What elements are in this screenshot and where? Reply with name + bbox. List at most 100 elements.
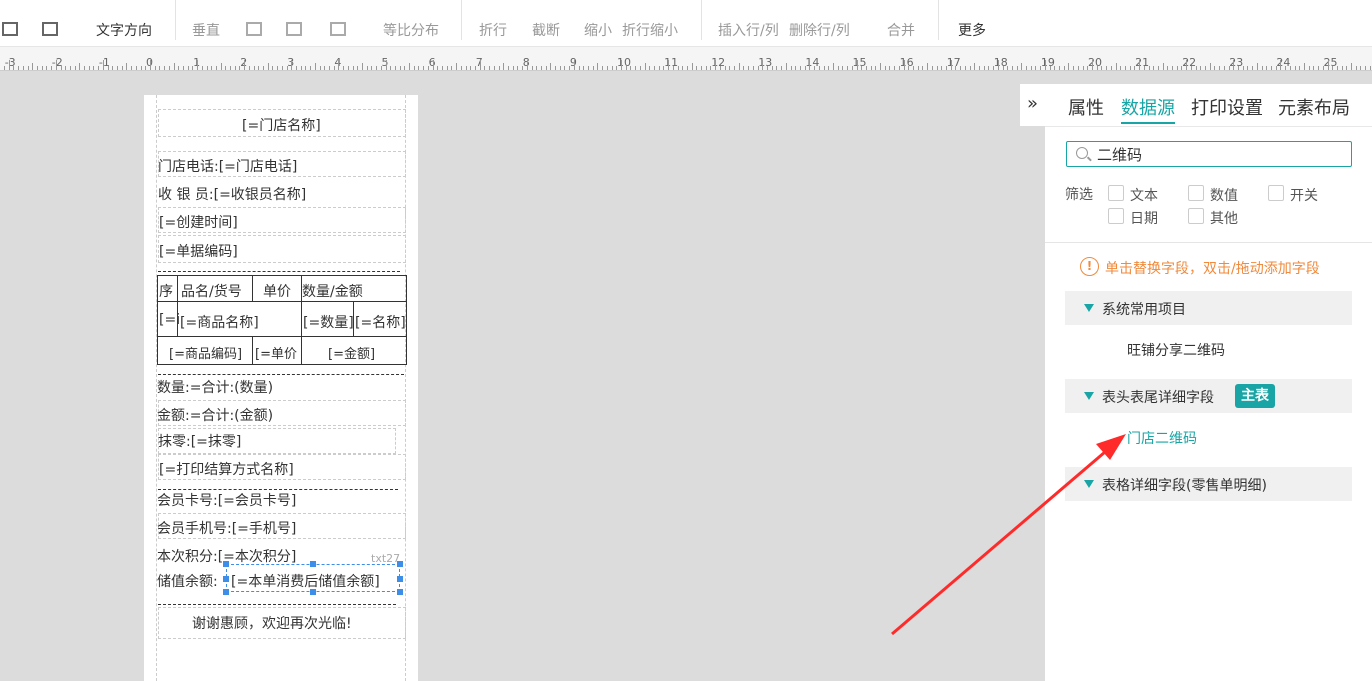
filter-date-checkbox[interactable] [1108, 208, 1124, 224]
ruler-tick [757, 66, 759, 70]
ruler-tick [281, 66, 283, 70]
ruler-tick [1162, 63, 1164, 70]
properties-panel: 属性 数据源 打印设置 元素布局 筛选 文本 数值 开关 日期 其他 ! 单击替… [1045, 84, 1372, 681]
table-cell-unit-price[interactable]: [=单价 [255, 343, 297, 362]
group-system-common[interactable]: 系统常用项目 [1065, 291, 1352, 325]
ruler-tick [677, 66, 679, 70]
ruler-tick [837, 66, 839, 70]
settle-method-field[interactable]: [=打印结算方式名称] [159, 459, 294, 479]
ruler-tick [686, 66, 688, 70]
group-table-detail-fields[interactable]: 表格详细字段(零售单明细) [1065, 467, 1352, 501]
table-cell-seq[interactable]: [=i [159, 312, 180, 328]
resize-handle[interactable] [397, 589, 403, 595]
table-cell-goods-name[interactable]: [=商品名称] [180, 312, 259, 332]
filter-text-checkbox[interactable] [1108, 185, 1124, 201]
store-phone-field[interactable]: 门店电话:[=门店电话] [158, 156, 297, 176]
separator-line[interactable] [158, 374, 404, 375]
ruler-tick [1115, 63, 1117, 70]
member-phone-field[interactable]: 会员手机号:[=手机号] [157, 518, 296, 538]
table-cell-name[interactable]: [=名称] [355, 312, 406, 332]
filter-number-label[interactable]: 数值 [1210, 185, 1238, 205]
search-input[interactable] [1097, 144, 1347, 164]
table-header-qty-amount[interactable]: 数量/金额 [302, 281, 363, 301]
tab-element-layout[interactable]: 元素布局 [1278, 94, 1350, 120]
balance-label[interactable]: 储值余额: [157, 571, 218, 591]
table-cell-qty[interactable]: [=数量] [303, 312, 354, 332]
ruler-tick [1096, 66, 1098, 70]
tab-data-source[interactable]: 数据源 [1121, 94, 1175, 120]
ruler-tick [1280, 60, 1282, 70]
ruler-tick [974, 63, 976, 70]
table-header-price[interactable]: 单价 [263, 281, 291, 301]
ruler-tick [1181, 66, 1183, 70]
filter-text-label[interactable]: 文本 [1130, 185, 1158, 205]
table-row-divider [157, 336, 407, 337]
toolbar-divider [701, 0, 702, 40]
filter-date-label[interactable]: 日期 [1130, 208, 1158, 228]
ruler-tick [1157, 66, 1159, 70]
filter-number-checkbox[interactable] [1188, 185, 1204, 201]
created-time-field[interactable]: [=创建时间] [159, 212, 238, 232]
ruler-tick [310, 66, 312, 70]
align-middle-icon[interactable] [286, 22, 302, 36]
table-cell-amount[interactable]: [=金额] [328, 343, 375, 362]
thanks-field[interactable]: 谢谢惠顾，欢迎再次光临! [192, 613, 352, 633]
ruler-label: 24 [1276, 56, 1291, 69]
ruler-tick [785, 63, 787, 70]
filter-other-checkbox[interactable] [1188, 208, 1204, 224]
ruler-tick [1214, 66, 1216, 70]
filter-switch-label[interactable]: 开关 [1290, 185, 1318, 205]
group-header-footer-fields[interactable]: 表头表尾详细字段 主表 [1065, 379, 1352, 413]
resize-handle[interactable] [397, 561, 403, 567]
align-top-icon[interactable] [246, 22, 262, 36]
qty-total-field[interactable]: 数量:=合计:(数量) [157, 377, 273, 397]
align-bottom-icon[interactable] [330, 22, 346, 36]
resize-handle[interactable] [310, 589, 316, 595]
separator-line[interactable] [158, 604, 396, 605]
ruler-tick [705, 66, 707, 70]
bill-code-field[interactable]: [=单据编码] [159, 241, 238, 261]
table-header-name[interactable]: 品名/货号 [181, 281, 242, 301]
field-item-store-qrcode[interactable]: 门店二维码 [1127, 428, 1197, 448]
collapse-panel-button[interactable]: » [1020, 84, 1045, 126]
resize-handle[interactable] [223, 589, 229, 595]
amount-total-field[interactable]: 金额:=合计:(金额) [157, 405, 273, 425]
ruler-tick [493, 66, 495, 70]
filter-switch-checkbox[interactable] [1268, 185, 1284, 201]
table-cell-goods-code[interactable]: [=商品编码] [169, 343, 242, 362]
ruler-tick [842, 66, 844, 70]
rounding-field[interactable]: 抹零:[=抹零] [158, 431, 241, 451]
active-tab-indicator [1121, 122, 1175, 124]
cashier-field[interactable]: 收 银 员:[=收银员名称] [158, 184, 306, 204]
table-header-seq[interactable]: 序 [159, 281, 173, 301]
ruler-label: 20 [1088, 56, 1102, 69]
ruler-tick [117, 66, 119, 70]
ruler-tick [159, 66, 161, 70]
resize-handle[interactable] [310, 561, 316, 567]
ruler-tick [1129, 66, 1131, 70]
ruler-tick [1176, 66, 1178, 70]
resize-handle[interactable] [223, 576, 229, 582]
tab-properties[interactable]: 属性 [1068, 94, 1104, 120]
separator-line[interactable] [158, 271, 400, 272]
ruler-tick [719, 66, 721, 70]
filter-other-label[interactable]: 其他 [1210, 208, 1238, 228]
ruler-tick [767, 66, 768, 70]
align-left-icon[interactable] [2, 22, 18, 36]
ruler-tick [102, 60, 104, 70]
field-item-shop-share-qrcode[interactable]: 旺铺分享二维码 [1127, 340, 1225, 360]
ruler-tick [851, 66, 853, 70]
ruler-tick [479, 60, 481, 70]
align-center-icon[interactable] [42, 22, 58, 36]
resize-handle[interactable] [397, 576, 403, 582]
search-box[interactable] [1066, 141, 1352, 167]
panel-divider [1045, 242, 1372, 243]
ruler-tick [168, 66, 170, 70]
member-card-field[interactable]: 会员卡号:[=会员卡号] [157, 490, 296, 510]
ruler-tick [1016, 66, 1018, 70]
balance-value-field[interactable]: [=本单消费后储值余额] [231, 571, 380, 591]
tab-print-settings[interactable]: 打印设置 [1191, 94, 1263, 120]
ruler-tick [13, 66, 15, 70]
resize-handle[interactable] [223, 561, 229, 567]
store-name-field[interactable]: [=门店名称] [242, 115, 321, 135]
